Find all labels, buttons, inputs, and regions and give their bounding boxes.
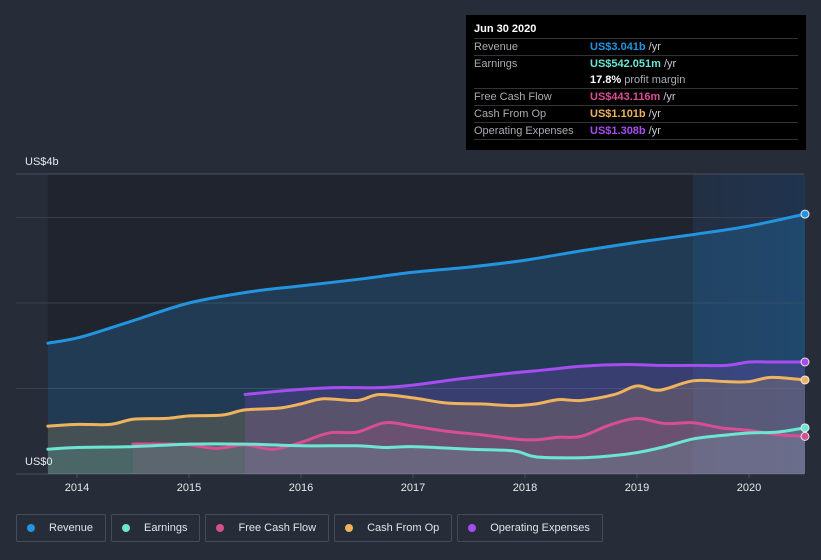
x-tick-label: 2020	[736, 482, 762, 494]
x-tick-label: 2017	[400, 482, 426, 494]
tooltip-label: Earnings	[474, 58, 518, 70]
tooltip-value: 17.8%	[590, 74, 622, 86]
tooltip-value: US$542.051m	[590, 58, 661, 70]
tooltip-unit: /yr	[663, 91, 676, 103]
tooltip-row: Revenue US$3.041b/yr	[474, 39, 798, 56]
legend-label: Revenue	[49, 522, 94, 534]
legend-label: Earnings	[144, 522, 188, 534]
legend-item-cash-from-op[interactable]: Cash From Op	[334, 514, 453, 542]
tooltip-row: Operating Expenses US$1.308b/yr	[474, 123, 798, 140]
x-tick-label: 2019	[624, 482, 650, 494]
tooltip-label: Free Cash Flow	[474, 91, 552, 103]
tooltip-unit: /yr	[663, 58, 677, 70]
tooltip-value: US$443.116m	[590, 91, 661, 103]
tooltip-label: Cash From Op	[474, 108, 547, 120]
tooltip-unit: /yr	[648, 125, 661, 137]
x-tick-label: 2016	[288, 482, 314, 494]
y-axis-top-label: US$4b	[25, 156, 59, 168]
tooltip-label: Operating Expenses	[474, 125, 574, 137]
tooltip-row: Cash From Op US$1.101b/yr	[474, 106, 798, 123]
cash-from-op-end-marker	[800, 375, 810, 385]
tooltip-unit: /yr	[648, 41, 661, 53]
x-tick-label: 2015	[176, 482, 202, 494]
tooltip-row: Earnings US$542.051m/yr	[474, 56, 798, 72]
tooltip-date: Jun 30 2020	[474, 21, 798, 39]
legend-dot-icon	[122, 524, 131, 532]
legend-item-operating-expenses[interactable]: Operating Expenses	[457, 514, 603, 542]
legend-item-revenue[interactable]: Revenue	[16, 514, 107, 542]
tooltip-value: US$1.308b	[590, 125, 646, 137]
tooltip-value: US$3.041b	[590, 41, 646, 53]
tooltip-label: Revenue	[474, 41, 519, 53]
tooltip-label	[474, 72, 590, 88]
legend-item-free-cash-flow[interactable]: Free Cash Flow	[205, 514, 330, 542]
earnings-end-marker	[800, 423, 810, 433]
operating-expenses-end-marker	[800, 357, 810, 367]
x-tick-label: 2014	[64, 482, 90, 494]
legend-label: Cash From Op	[367, 522, 440, 534]
free-cash-flow-end-marker	[800, 431, 810, 441]
legend-label: Free Cash Flow	[238, 522, 317, 534]
legend-dot-icon	[468, 524, 477, 532]
tooltip-unit: profit margin	[624, 74, 686, 86]
tooltip-unit: /yr	[648, 108, 661, 120]
tooltip-row: 17.8% profit margin	[474, 72, 798, 89]
legend-label: Operating Expenses	[490, 522, 590, 534]
legend: Revenue Earnings Free Cash Flow Cash From O…	[16, 514, 603, 542]
legend-dot-icon	[27, 524, 35, 532]
y-axis-bottom-label: US$0	[25, 456, 53, 468]
legend-dot-icon	[216, 524, 225, 532]
tooltip-row: Free Cash Flow US$443.116m/yr	[474, 89, 798, 106]
legend-item-earnings[interactable]: Earnings	[111, 514, 201, 542]
legend-dot-icon	[345, 524, 354, 532]
revenue-end-marker	[800, 209, 810, 219]
tooltip-value: US$1.101b	[590, 108, 646, 120]
x-tick-label: 2018	[512, 482, 538, 494]
tooltip: Jun 30 2020 Revenue US$3.041b/yr Earnings U…	[466, 15, 806, 150]
